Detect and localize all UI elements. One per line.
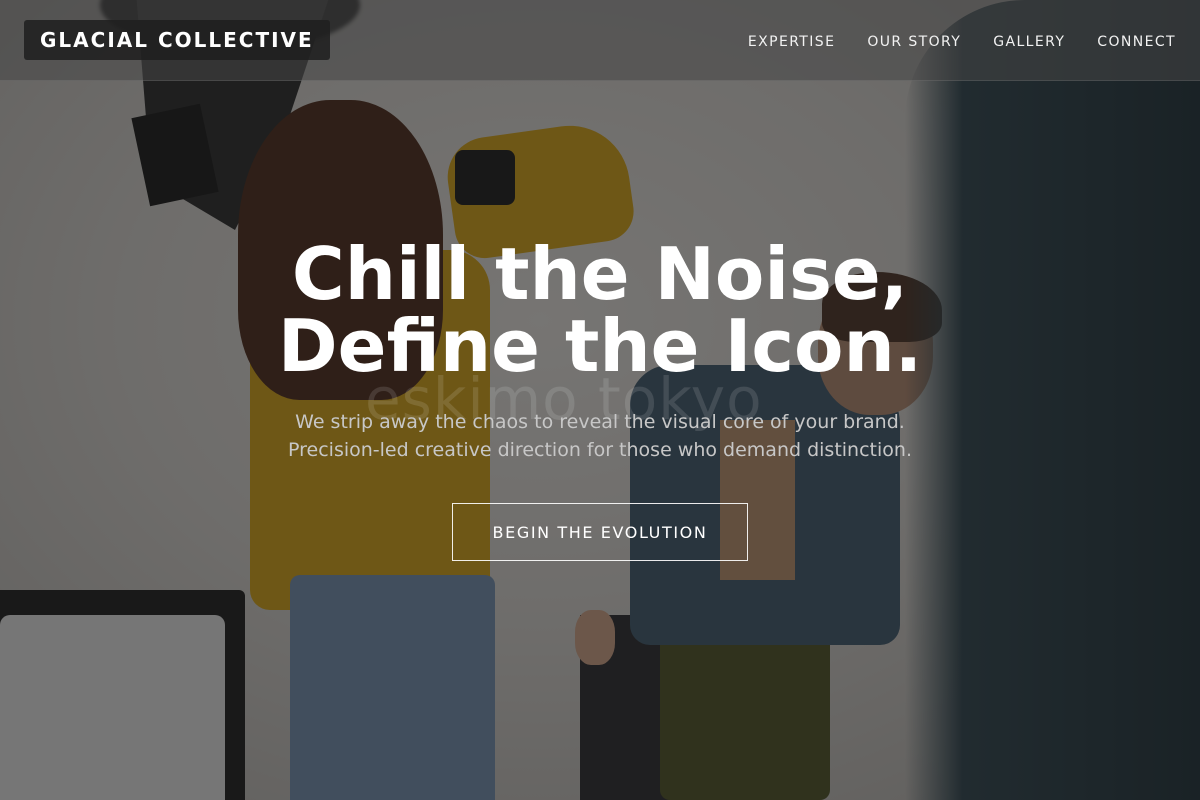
hero-title-line-1: Chill the Noise, <box>291 232 909 316</box>
top-navbar: GLACIAL COLLECTIVE EXPERTISE OUR STORY G… <box>0 0 1200 81</box>
nav-menu: EXPERTISE OUR STORY GALLERY CONNECT <box>748 0 1176 80</box>
nav-link-connect[interactable]: CONNECT <box>1097 34 1176 50</box>
hero-subtitle-line-1: We strip away the chaos to reveal the vi… <box>295 411 905 433</box>
hero-title-line-2: Define the Icon. <box>277 304 923 388</box>
brand-logo[interactable]: GLACIAL COLLECTIVE <box>24 20 330 60</box>
hero-subtitle: We strip away the chaos to reveal the vi… <box>0 408 1200 464</box>
hero-title: Chill the Noise, Define the Icon. <box>0 238 1200 382</box>
begin-evolution-button[interactable]: BEGIN THE EVOLUTION <box>452 503 748 561</box>
nav-link-expertise[interactable]: EXPERTISE <box>748 34 835 50</box>
nav-link-gallery[interactable]: GALLERY <box>993 34 1065 50</box>
nav-link-our-story[interactable]: OUR STORY <box>867 34 961 50</box>
hero-subtitle-line-2: Precision-led creative direction for tho… <box>288 439 912 461</box>
hero-section: Chill the Noise, Define the Icon. We str… <box>0 80 1200 800</box>
